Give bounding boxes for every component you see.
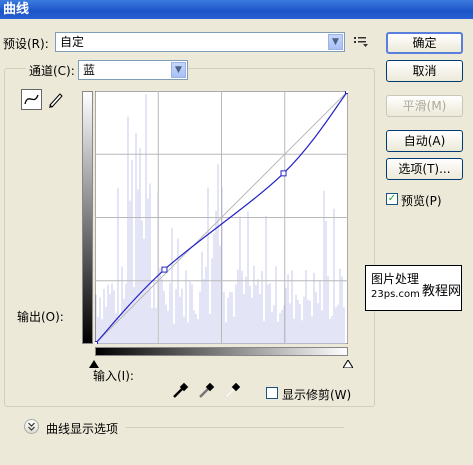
expand-chevron-icon[interactable] — [24, 419, 39, 434]
preset-label: 预设(R): — [3, 37, 49, 51]
preset-value: 自定 — [60, 35, 85, 49]
watermark-line2: 23ps.com — [371, 289, 420, 300]
auto-button[interactable]: 自动(A) — [386, 130, 463, 152]
curves-graph[interactable] — [95, 91, 348, 344]
channel-dropdown[interactable]: 蓝 ▼ — [78, 60, 188, 80]
output-gradient-bar — [82, 91, 93, 344]
preset-options-menu-icon[interactable] — [353, 34, 369, 48]
watermark-line1: 图片处理 — [371, 272, 420, 286]
channel-value: 蓝 — [83, 63, 96, 77]
curve-control-point — [95, 341, 98, 344]
chevron-down-icon[interactable]: ▼ — [171, 62, 186, 78]
window-title: 曲线 — [3, 2, 30, 17]
black-eyedropper-icon[interactable] — [170, 381, 190, 401]
curve-control-point — [345, 91, 348, 94]
input-label: 输入(I): — [93, 369, 134, 383]
preset-dropdown[interactable]: 自定 ▼ — [55, 32, 345, 52]
ok-button[interactable]: 确定 — [386, 32, 463, 54]
output-label: 输出(O): — [17, 310, 64, 324]
curve-control-point — [280, 170, 287, 177]
curve-display-options-label[interactable]: 曲线显示选项 — [46, 420, 118, 437]
white-eyedropper-icon[interactable] — [222, 381, 242, 401]
preview-checkbox[interactable]: ✓ — [386, 193, 398, 205]
smooth-button[interactable]: 平滑(M) — [386, 95, 463, 117]
input-gradient-bar — [95, 347, 348, 356]
title-bar: 曲线 — [0, 0, 473, 19]
pencil-tool-icon[interactable] — [45, 89, 66, 110]
gray-eyedropper-icon[interactable] — [196, 381, 216, 401]
curve-point-tool-icon[interactable] — [21, 89, 42, 110]
curve-control-point — [161, 266, 168, 273]
cancel-button[interactable]: 取消 — [386, 60, 463, 82]
white-point-slider[interactable] — [342, 357, 354, 371]
watermark-line3: 教程网 — [422, 284, 462, 299]
show-clipping-checkbox[interactable] — [266, 387, 278, 399]
options-button[interactable]: 选项(T)... — [386, 158, 463, 180]
watermark-logo: 图片处理 23ps.com 教程网 — [365, 265, 462, 311]
chevron-down-icon[interactable]: ▼ — [328, 34, 343, 50]
show-clipping-label: 显示修剪(W) — [282, 388, 352, 402]
divider — [126, 427, 344, 428]
channel-label: 通道(C): — [26, 62, 78, 79]
preview-label: 预览(P) — [401, 194, 442, 208]
